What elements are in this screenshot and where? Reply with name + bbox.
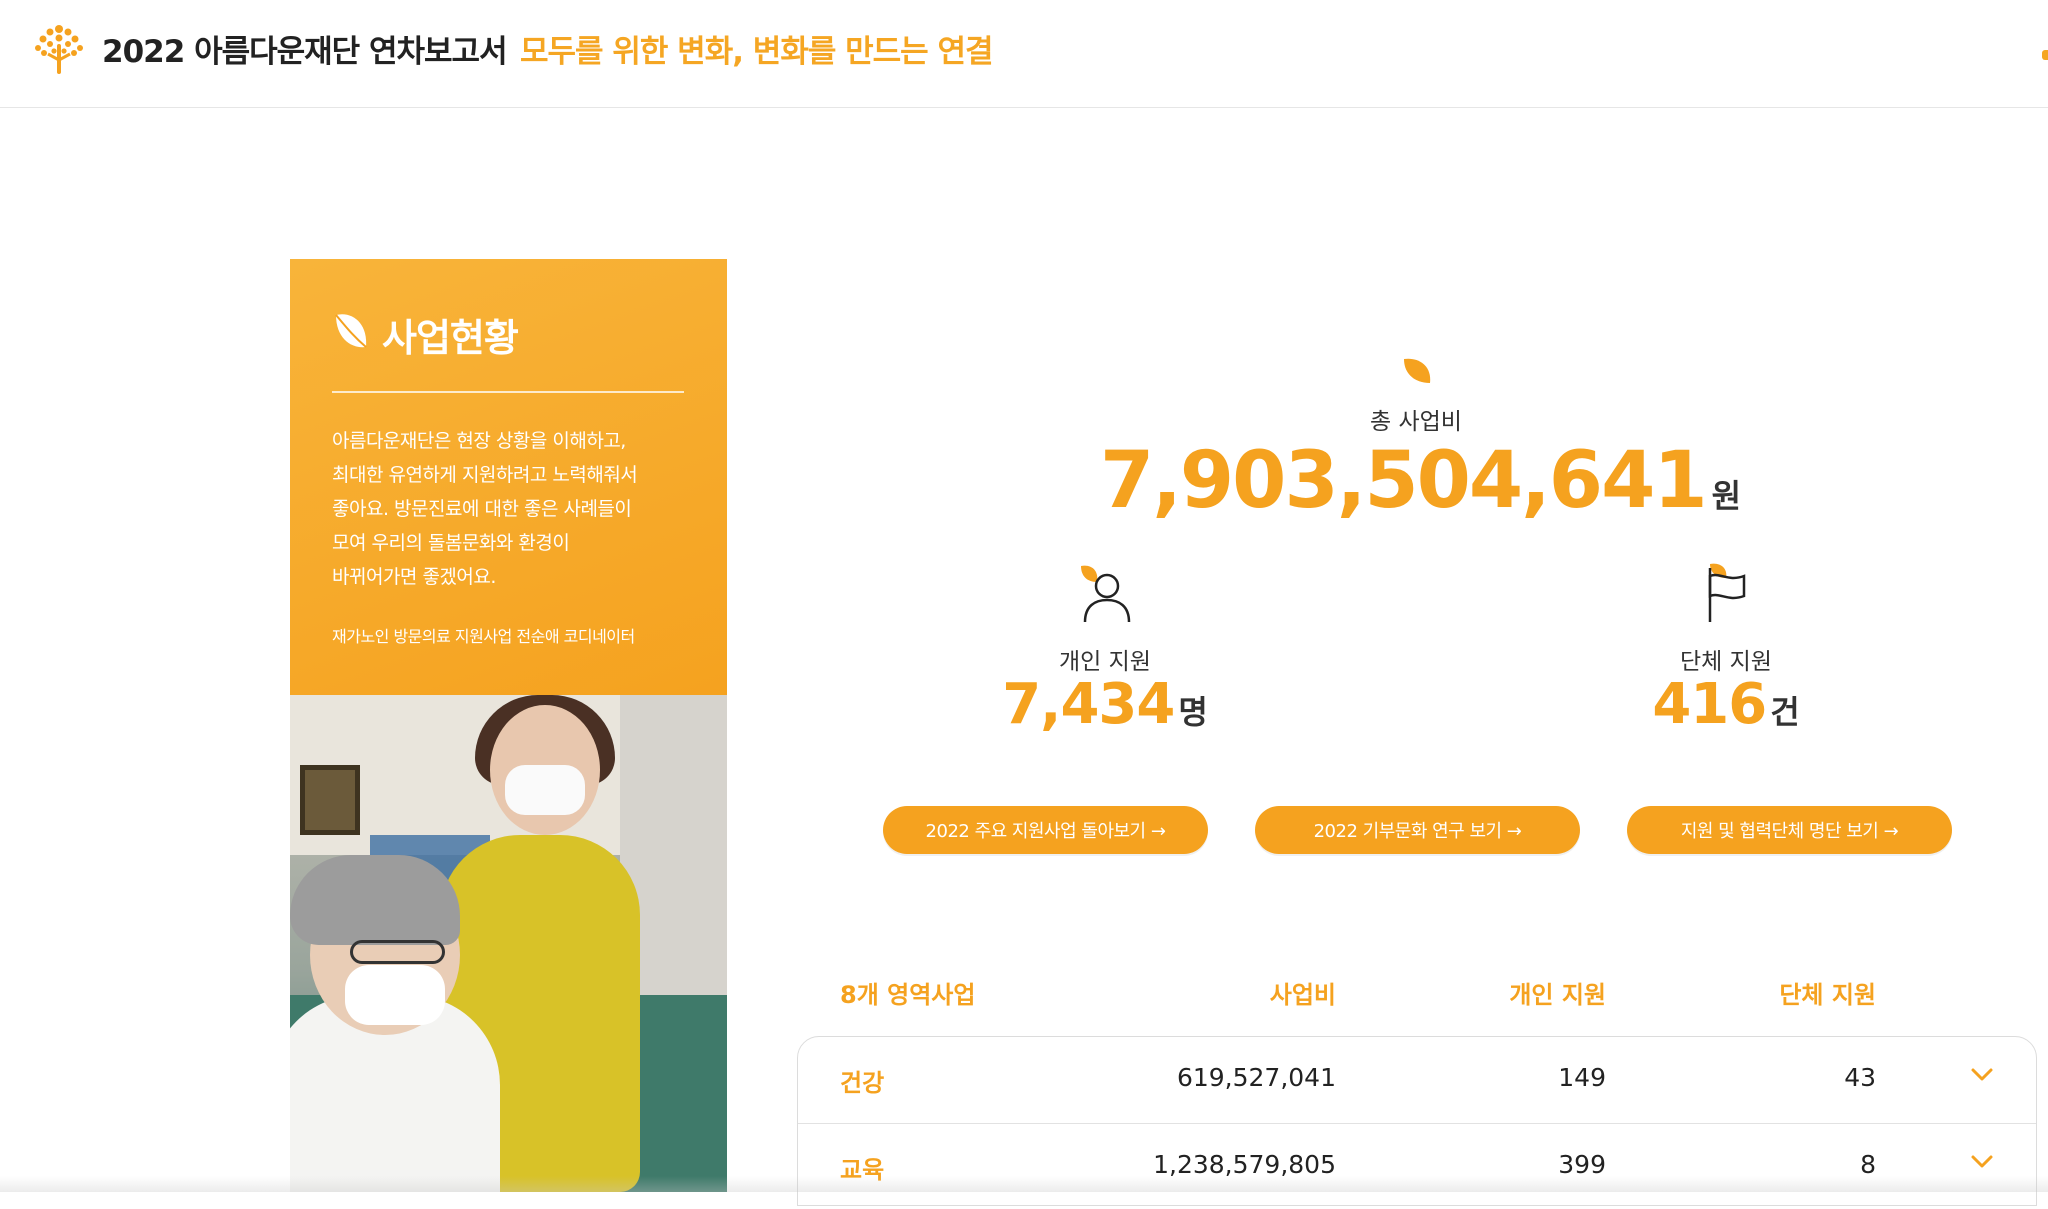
photo-doctor-glasses (350, 940, 445, 964)
quote-line: 모여 우리의 돌봄문화와 환경이 (332, 532, 570, 554)
leaf-icon (1404, 358, 1431, 383)
quote-line: 좋아요. 방문진료에 대한 좋은 사례들이 (332, 498, 632, 520)
leaf-icon (335, 314, 367, 348)
site-header: 2022 아름다운재단 연차보고서 모두를 위한 변화, 변화를 만드는 연결 (0, 0, 2048, 108)
card-header-panel: 사업현황 아름다운재단은 현장 상황을 이해하고, 최대한 유연하게 지원하려고… (290, 259, 727, 695)
program-group: 43 (1844, 1063, 1876, 1092)
table-header-individual: 개인 지원 (1509, 981, 1606, 1009)
program-group: 8 (1860, 1150, 1876, 1179)
individual-support: 7,434 명 (955, 672, 1255, 737)
individual-support-value: 7,434 (1002, 672, 1175, 737)
chevron-down-icon[interactable] (1970, 1154, 1994, 1170)
flag-icon (1708, 563, 1746, 622)
group-support-unit: 건 (1770, 693, 1800, 731)
photo-frame (300, 765, 360, 835)
quote-line: 최대한 유연하게 지원하려고 노력해줘서 (332, 464, 638, 486)
page-bottom-fade (0, 1176, 2048, 1192)
menu-edge-indicator[interactable] (2042, 50, 2048, 60)
photo-doctor-mask (345, 965, 445, 1025)
table-header-group: 단체 지원 (1779, 981, 1876, 1009)
table-row[interactable]: 교육 1,238,579,805 399 8 (798, 1123, 2036, 1209)
business-status-card: 사업현황 아름다운재단은 현장 상황을 이해하고, 최대한 유연하게 지원하려고… (290, 259, 727, 1192)
individual-support-label: 개인 지원 (1059, 649, 1151, 675)
individual-support-unit: 명 (1178, 693, 1208, 731)
chevron-down-icon[interactable] (1970, 1067, 1994, 1083)
table-row[interactable]: 건강 619,527,041 149 43 (798, 1037, 2036, 1123)
group-support-value: 416 (1652, 672, 1767, 737)
total-budget: 7,903,504,641 원 (1100, 436, 1741, 526)
quote-line: 바뀌어가면 좋겠어요. (332, 566, 496, 588)
total-budget-unit: 원 (1711, 477, 1742, 515)
report-slogan: 모두를 위한 변화, 변화를 만드는 연결 (520, 34, 994, 70)
quote-credit: 재가노인 방문의료 지원사업 전순애 코디네이터 (332, 627, 635, 646)
section-title: 사업현황 (382, 316, 519, 360)
giving-research-button[interactable]: 2022 기부문화 연구 보기 → (1255, 806, 1580, 854)
partner-list-button[interactable]: 지원 및 협력단체 명단 보기 → (1627, 806, 1952, 854)
photo-coordinator-mask (505, 765, 585, 815)
group-support: 416 건 (1576, 672, 1876, 737)
photo-doctor-hair (290, 855, 460, 945)
table-header-area: 8개 영역사업 (840, 981, 976, 1009)
group-support-label: 단체 지원 (1680, 649, 1772, 675)
total-budget-label: 총 사업비 (1370, 409, 1462, 435)
major-programs-button[interactable]: 2022 주요 지원사업 돌아보기 → (883, 806, 1208, 854)
report-title[interactable]: 2022 아름다운재단 연차보고서 (102, 26, 508, 71)
quote-line: 아름다운재단은 현장 상황을 이해하고, (332, 430, 626, 452)
total-budget-value: 7,903,504,641 (1100, 436, 1708, 526)
divider (332, 391, 684, 393)
testimonial-quote: 아름다운재단은 현장 상황을 이해하고, 최대한 유연하게 지원하려고 노력해줘… (332, 424, 692, 594)
table-header-budget: 사업비 (1269, 981, 1336, 1009)
tree-logo-icon[interactable] (30, 20, 88, 78)
visiting-care-photo (290, 695, 727, 1192)
person-icon (1081, 565, 1131, 623)
